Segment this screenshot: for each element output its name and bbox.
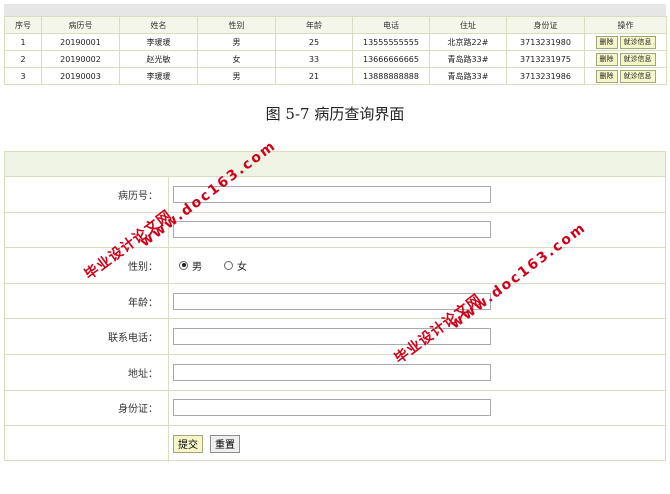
- cell-age: 33: [275, 50, 353, 68]
- col-header-gender: 性别: [197, 16, 276, 34]
- age-label: 年龄：: [5, 283, 169, 319]
- visit-info-button[interactable]: 就诊信息: [619, 35, 656, 49]
- gender-radio-group: 男 女: [173, 258, 269, 273]
- form-row-age: 年龄：: [5, 283, 665, 320]
- cell-record: 20190002: [41, 50, 120, 68]
- phone-label: 联系电话：: [5, 319, 169, 354]
- record-label: 病历号：: [5, 177, 169, 212]
- cell-phone: 13555555555: [352, 33, 430, 51]
- gender-male-radio[interactable]: 男: [179, 258, 202, 273]
- cell-actions: 删除 就诊信息: [584, 50, 667, 68]
- cell-id-card: 3713231986: [506, 67, 585, 85]
- form-row-id-card: 身份证：: [5, 390, 665, 427]
- cell-id-card: 3713231980: [506, 33, 585, 51]
- cell-no: 3: [4, 67, 42, 85]
- form-row-actions: 提交 重置: [5, 426, 665, 462]
- delete-button[interactable]: 删除: [595, 52, 618, 66]
- col-header-phone: 电话: [352, 16, 430, 34]
- gender-female-radio[interactable]: 女: [224, 258, 247, 273]
- cell-gender: 男: [197, 67, 276, 85]
- table-header-row: 序号 病历号 姓名 性别 年龄 电话 住址 身份证 操作: [4, 16, 667, 34]
- col-header-address: 住址: [429, 16, 507, 34]
- age-input[interactable]: [173, 292, 491, 310]
- cell-name: 李瑗瑗: [119, 33, 198, 51]
- cell-phone: 13888888888: [352, 67, 430, 85]
- cell-address: 青岛路33#: [429, 67, 507, 85]
- table-top-bar: [4, 4, 666, 16]
- record-form: 病历号： ： 性别： 男 女 年龄： 联系电话： 地址： 身份证： 提交 重置: [4, 151, 666, 462]
- col-header-no: 序号: [4, 16, 42, 34]
- submit-button[interactable]: 提交: [173, 434, 203, 453]
- radio-unselected-icon: [224, 260, 233, 270]
- cell-no: 1: [4, 33, 42, 51]
- figure-caption: 图 5-7 病历查询界面: [265, 105, 405, 123]
- form-row-phone: 联系电话：: [5, 319, 665, 355]
- cell-phone: 13666666665: [352, 50, 430, 68]
- cell-name: 赵光敏: [119, 50, 198, 68]
- visit-info-button[interactable]: 就诊信息: [619, 69, 656, 83]
- col-header-age: 年龄: [275, 16, 353, 34]
- cell-actions: 删除 就诊信息: [584, 67, 667, 85]
- address-label: 地址：: [5, 354, 169, 390]
- table-row: 1 20190001 李瑗瑗 男 25 13555555555 北京路22# 3…: [4, 33, 667, 51]
- cell-address: 北京路22#: [429, 33, 507, 51]
- form-row-record: 病历号：: [5, 177, 665, 213]
- cell-record: 20190003: [41, 67, 120, 85]
- name-input[interactable]: [173, 221, 491, 239]
- col-header-id-card: 身份证: [506, 16, 585, 34]
- col-header-record: 病历号: [41, 16, 120, 34]
- cell-age: 25: [275, 33, 353, 51]
- delete-button[interactable]: 删除: [595, 35, 618, 49]
- address-input[interactable]: [173, 363, 491, 381]
- form-header-bar: [5, 152, 665, 177]
- records-table: 序号 病历号 姓名 性别 年龄 电话 住址 身份证 操作 1 20190001 …: [4, 16, 667, 85]
- form-row-address: 地址：: [5, 354, 665, 391]
- radio-selected-icon: [179, 260, 188, 270]
- cell-address: 青岛路33#: [429, 50, 507, 68]
- col-header-name: 姓名: [119, 16, 198, 34]
- cell-id-card: 3713231975: [506, 50, 585, 68]
- cell-name: 李瑗瑗: [119, 67, 198, 85]
- delete-button[interactable]: 删除: [595, 69, 618, 83]
- col-header-actions: 操作: [584, 16, 667, 34]
- actions-label-cell: [5, 426, 169, 462]
- reset-button[interactable]: 重置: [210, 434, 240, 453]
- visit-info-button[interactable]: 就诊信息: [619, 52, 656, 66]
- gender-female-label: 女: [237, 261, 247, 273]
- table-row: 2 20190002 赵光敏 女 33 13666666665 青岛路33# 3…: [4, 50, 667, 68]
- cell-record: 20190001: [41, 33, 120, 51]
- cell-no: 2: [4, 50, 42, 68]
- id-card-label: 身份证：: [5, 390, 169, 426]
- cell-gender: 男: [197, 33, 276, 51]
- table-row: 3 20190003 李瑗瑗 男 21 13888888888 青岛路33# 3…: [4, 67, 667, 85]
- gender-male-label: 男: [192, 261, 202, 273]
- cell-actions: 删除 就诊信息: [584, 33, 667, 51]
- cell-gender: 女: [197, 50, 276, 68]
- id-card-input[interactable]: [173, 399, 491, 417]
- cell-age: 21: [275, 67, 353, 85]
